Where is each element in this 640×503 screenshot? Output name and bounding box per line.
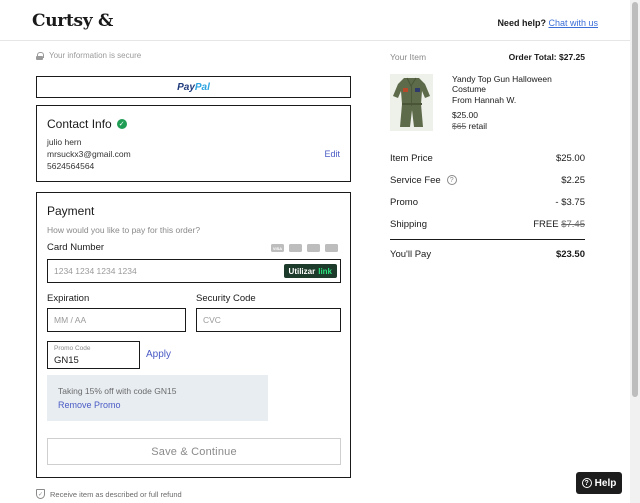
scrollbar[interactable] xyxy=(630,0,640,503)
apply-promo-button[interactable]: Apply xyxy=(146,349,171,360)
scrollbar-thumb[interactable] xyxy=(632,2,638,397)
item-price-row: Item Price $25.00 xyxy=(390,153,585,164)
promo-code-value: GN15 xyxy=(54,355,79,366)
item-price-label: Item Price xyxy=(390,153,433,164)
shield-check-icon: ✓ xyxy=(36,489,45,499)
security-code-input[interactable]: CVC xyxy=(196,308,341,332)
shipping-value: FREE xyxy=(533,219,559,230)
mastercard-icon xyxy=(289,244,302,252)
refund-note-text: Receive item as described or full refund xyxy=(50,489,182,499)
item-name[interactable]: Yandy Top Gun Halloween Costume xyxy=(452,74,582,94)
help-area: Need help? Chat with us xyxy=(497,18,598,28)
need-help-text: Need help? xyxy=(497,18,546,28)
secure-note: Your information is secure xyxy=(36,51,141,60)
shipping-row: Shipping FREE $7.45 xyxy=(390,219,585,230)
service-fee-value: $2.25 xyxy=(561,175,585,186)
promo-code-label: Promo Code xyxy=(54,345,91,352)
total-value: $23.50 xyxy=(555,249,585,260)
service-fee-label: Service Fee xyxy=(390,175,441,186)
security-code-placeholder: CVC xyxy=(203,315,221,325)
item-retail-word: retail xyxy=(468,121,487,131)
refund-note: ✓ Receive item as described or full refu… xyxy=(36,489,182,499)
discover-icon xyxy=(325,244,338,252)
help-label: Help xyxy=(594,477,617,489)
link-logo-text: link xyxy=(318,266,332,276)
contact-name: julio hern xyxy=(47,137,82,147)
info-icon[interactable]: ? xyxy=(446,175,457,186)
promo-row: Promo - $3.75 xyxy=(390,197,585,208)
contact-phone: 5624564564 xyxy=(47,161,95,171)
secure-text: Your information is secure xyxy=(49,51,142,60)
promo-code-input[interactable]: Promo Code GN15 xyxy=(47,341,140,369)
card-number-label: Card Number xyxy=(47,242,105,253)
contact-info-title: Contact Info ✓ xyxy=(47,117,127,131)
card-brands: VISA xyxy=(271,244,338,252)
paypal-pal-text: Pal xyxy=(194,81,210,93)
shipping-original: $7.45 xyxy=(561,219,585,230)
curtsy-logo[interactable]: Curtsy & xyxy=(32,11,113,31)
paypal-button[interactable]: Pay Pal xyxy=(36,76,351,98)
payment-section: Payment How would you like to pay for th… xyxy=(36,192,351,478)
promo-label: Promo xyxy=(390,197,418,208)
expiration-placeholder: MM / AA xyxy=(54,315,87,325)
contact-info-heading: Contact Info xyxy=(47,117,112,131)
summary-divider xyxy=(390,239,585,240)
security-code-label: Security Code xyxy=(196,293,256,304)
amex-icon xyxy=(307,244,320,252)
check-icon: ✓ xyxy=(116,119,127,129)
save-continue-button[interactable]: Save & Continue xyxy=(47,438,341,465)
expiration-label: Expiration xyxy=(47,293,90,304)
total-row: You'll Pay $23.50 xyxy=(390,249,585,260)
card-number-placeholder: 1234 1234 1234 1234 xyxy=(54,266,137,276)
item-thumbnail[interactable] xyxy=(390,74,433,131)
paypal-pay-text: Pay xyxy=(177,81,195,93)
your-item-label: Your Item xyxy=(390,52,427,62)
service-fee-row: Service Fee? $2.25 xyxy=(390,175,585,186)
header: Curtsy & Need help? Chat with us xyxy=(0,0,630,41)
item-price-value: $25.00 xyxy=(555,153,585,164)
expiration-input[interactable]: MM / AA xyxy=(47,308,186,332)
remove-promo-link[interactable]: Remove Promo xyxy=(58,400,121,410)
shipping-label: Shipping xyxy=(390,219,427,230)
costume-image xyxy=(390,74,433,131)
item-retail-price: $65 xyxy=(452,121,467,131)
edit-contact-link[interactable]: Edit xyxy=(324,149,340,159)
chat-with-us-link[interactable]: Chat with us xyxy=(548,18,598,28)
contact-email: mrsuckx3@gmail.com xyxy=(47,149,131,159)
question-icon: ? xyxy=(581,478,592,488)
item-price: $25.00 xyxy=(452,110,478,120)
promo-applied-note: Taking 15% off with code GN15 Remove Pro… xyxy=(47,375,268,421)
help-button[interactable]: ? Help xyxy=(576,472,622,494)
lock-icon xyxy=(36,51,44,60)
bow-icon: & xyxy=(97,11,114,31)
payment-subtitle: How would you like to pay for this order… xyxy=(47,225,201,235)
promo-value: - $3.75 xyxy=(555,197,585,208)
total-label: You'll Pay xyxy=(390,249,432,260)
order-total: Order Total: $27.25 xyxy=(508,52,585,62)
promo-note-text: Taking 15% off with code GN15 xyxy=(58,386,177,396)
contact-info-section: Contact Info ✓ julio hern mrsuckx3@gmail… xyxy=(36,105,351,182)
payment-title: Payment xyxy=(47,204,95,218)
item-retail: $65 retail xyxy=(452,121,487,131)
visa-icon: VISA xyxy=(271,244,284,252)
link-utilizar-text: Utilizar xyxy=(288,266,316,276)
link-pay-button[interactable]: Utilizar link xyxy=(283,264,337,278)
item-seller: From Hannah W. xyxy=(452,95,517,105)
card-number-input[interactable]: 1234 1234 1234 1234 Utilizar link xyxy=(47,259,341,283)
